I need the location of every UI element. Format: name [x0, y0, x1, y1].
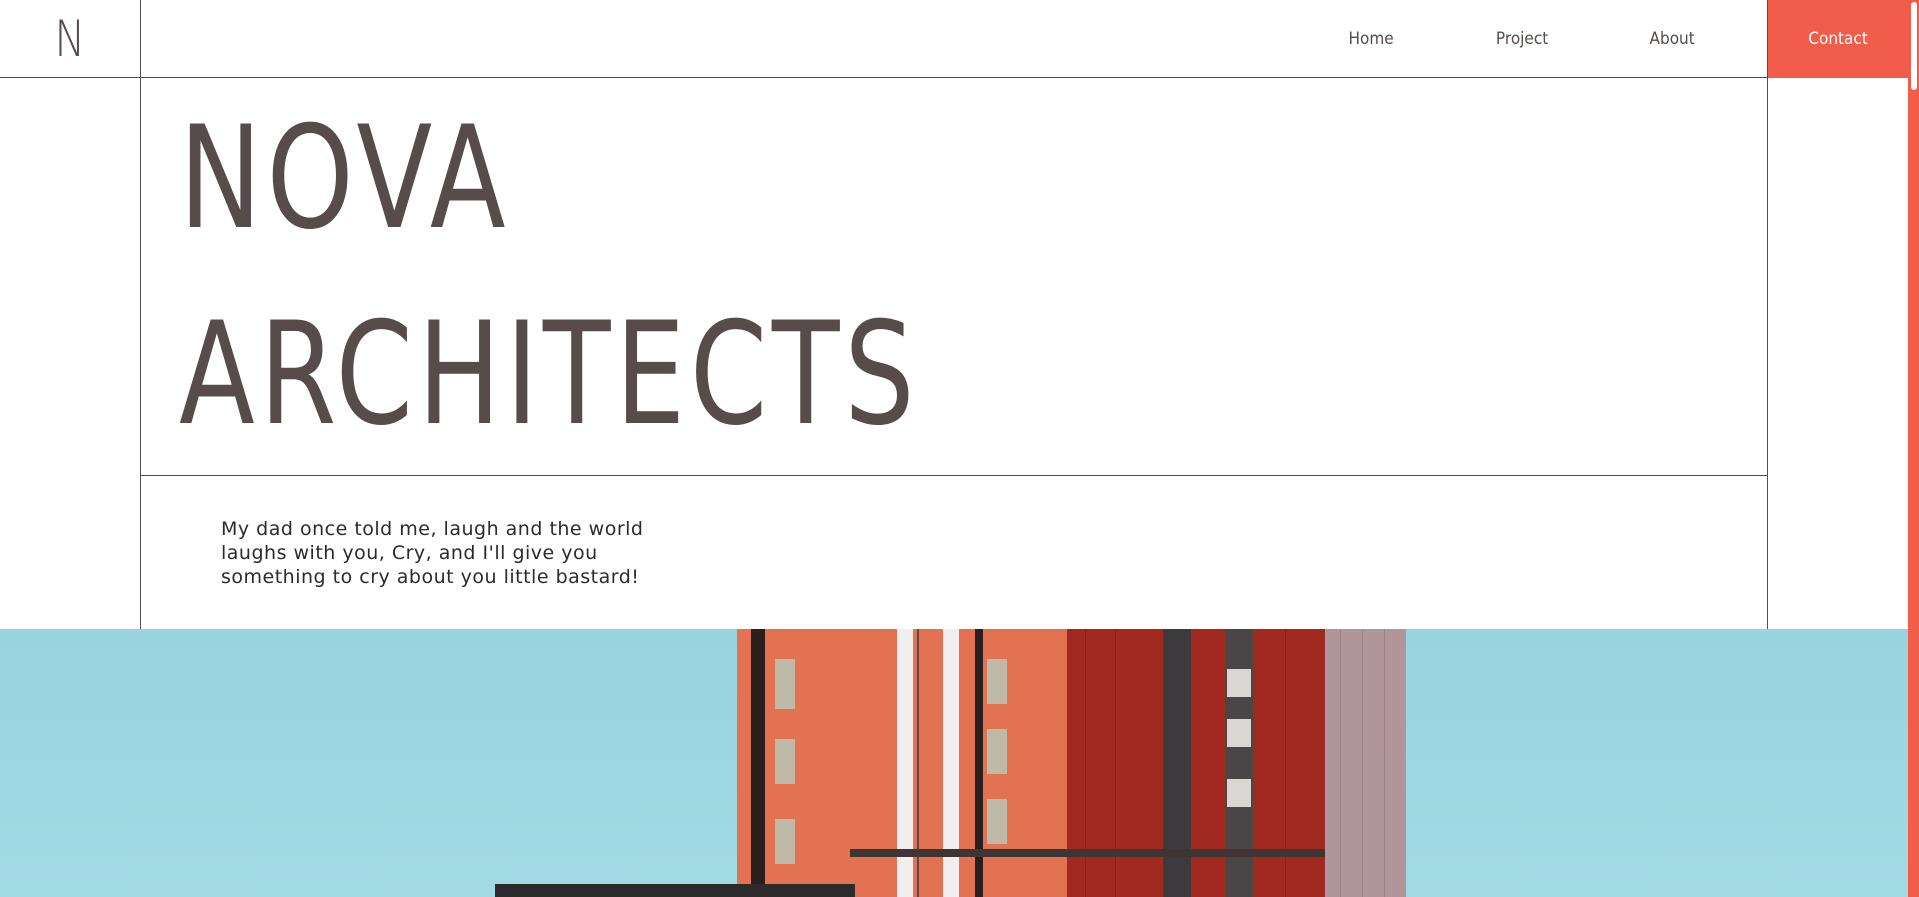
scrollbar-thumb[interactable]: [1911, 2, 1917, 90]
building-ledge: [850, 849, 1325, 857]
logo[interactable]: N: [54, 10, 85, 68]
grid-line-right: [1767, 78, 1768, 629]
main-nav: Home Project About: [1346, 0, 1767, 77]
header-spacer: [141, 0, 1346, 77]
nav-link-about[interactable]: About: [1649, 29, 1694, 49]
nav-link-project[interactable]: Project: [1495, 29, 1547, 49]
hero-quote: My dad once told me, laugh and the world…: [221, 518, 644, 588]
hero-title-line-2: ARCHITECTS: [179, 292, 920, 457]
hero-title-box: NOVA ARCHITECTS: [141, 78, 1767, 476]
contact-button-label: Contact: [1808, 29, 1868, 49]
hero-title-line-1: NOVA: [179, 96, 511, 261]
header: N Home Project About Contact: [0, 0, 1908, 78]
building-pink-section: [1320, 629, 1406, 897]
hero-building-image: [0, 629, 1908, 897]
page-scrollbar[interactable]: [1908, 0, 1919, 897]
quote-box: My dad once told me, laugh and the world…: [141, 477, 1767, 629]
logo-cell[interactable]: N: [0, 0, 141, 77]
contact-button[interactable]: Contact: [1767, 0, 1908, 78]
nav-link-home[interactable]: Home: [1349, 29, 1394, 49]
page: N Home Project About Contact NOVA ARCHIT…: [0, 0, 1919, 897]
building-low-roof: [495, 884, 855, 897]
